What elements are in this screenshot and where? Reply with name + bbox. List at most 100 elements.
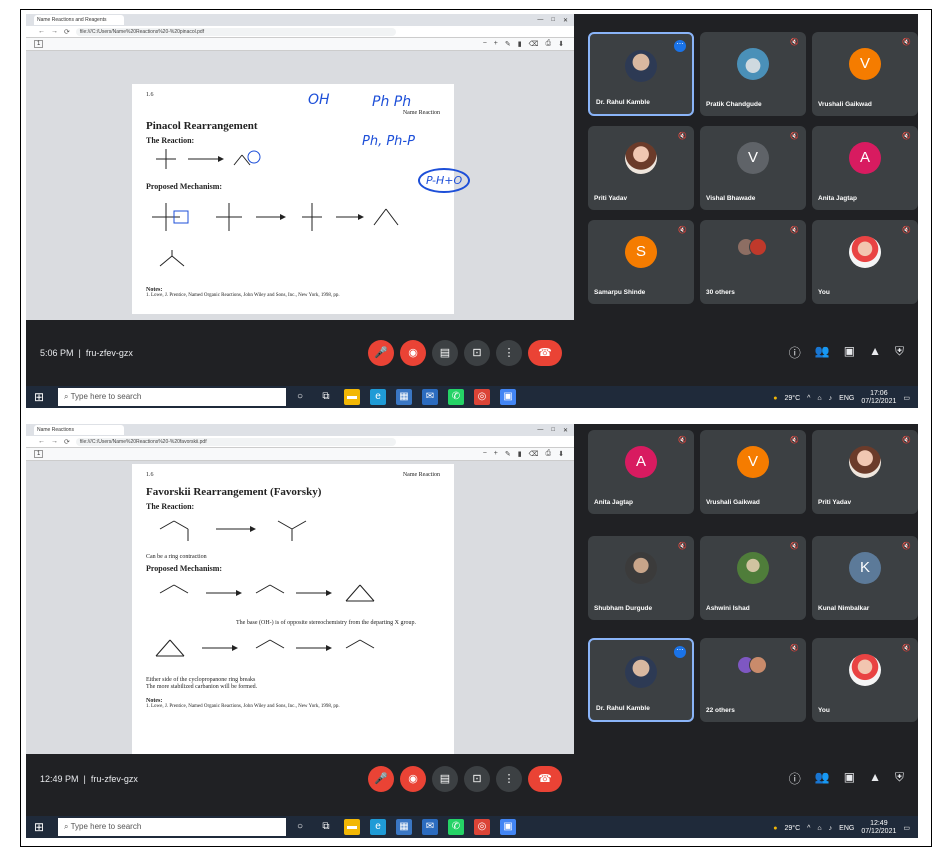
info-icon[interactable]: ⓘ (789, 770, 801, 787)
network-icon[interactable]: ⌂ (817, 825, 821, 832)
taskbar-search-input[interactable]: ⌕ Type here to search (58, 388, 286, 406)
erase-icon[interactable]: ⌫ (529, 450, 539, 458)
save-icon[interactable]: ⬇ (558, 40, 564, 48)
browser-tab[interactable]: Name Reactions (34, 425, 124, 435)
windows-start-icon[interactable]: ⊞ (34, 820, 44, 834)
mic-off-icon[interactable]: 🎤 (368, 766, 394, 792)
participant-tile[interactable]: K 🔇 Kunal Nimbalkar (812, 536, 918, 620)
more-options-icon[interactable]: ⋮ (496, 766, 522, 792)
participant-tile[interactable]: 🔇 22 others (700, 638, 806, 722)
more-options-icon[interactable]: ⋮ (496, 340, 522, 366)
info-icon[interactable]: ⓘ (789, 344, 801, 361)
captions-icon[interactable]: ▤ (432, 766, 458, 792)
chrome-icon[interactable]: ◎ (474, 389, 490, 405)
cortana-icon[interactable]: ○ (292, 389, 308, 405)
participant-tile[interactable]: 🔇 Priti Yadav (812, 430, 918, 514)
tray-chevron-icon[interactable]: ^ (807, 825, 810, 832)
address-field[interactable]: file:///C:/Users/Name%20Reactions%20-%20… (75, 437, 396, 446)
weather-temp[interactable]: 29°C (784, 825, 800, 832)
network-icon[interactable]: ⌂ (817, 395, 821, 402)
zoom-in-icon[interactable]: + (494, 40, 498, 48)
camera-off-icon[interactable]: ◉ (400, 340, 426, 366)
back-icon[interactable]: ← (38, 28, 45, 35)
erase-icon[interactable]: ⌫ (529, 40, 539, 48)
app-icon[interactable]: ▣ (500, 819, 516, 835)
forward-icon[interactable]: → (51, 28, 58, 35)
edge-icon[interactable]: e (370, 819, 386, 835)
participant-tile[interactable]: V 🔇 Vishal Bhawade (700, 126, 806, 210)
chrome-icon[interactable]: ◎ (474, 819, 490, 835)
activities-icon[interactable]: ▲ (869, 344, 881, 361)
host-controls-icon[interactable]: ⛨ (895, 770, 904, 787)
cortana-icon[interactable]: ○ (292, 819, 308, 835)
notification-icon[interactable]: ▭ (903, 394, 910, 402)
people-icon[interactable]: 👥 (815, 344, 830, 361)
store-icon[interactable]: ▦ (396, 819, 412, 835)
print-icon[interactable]: ⎙ (546, 40, 552, 48)
participant-tile[interactable]: 🔇 You (812, 638, 918, 722)
participant-tile[interactable]: A 🔇 Anita Jagtap (588, 430, 694, 514)
more-options-icon[interactable]: ⋯ (674, 646, 686, 658)
print-icon[interactable]: ⎙ (546, 450, 552, 458)
activities-icon[interactable]: ▲ (869, 770, 881, 787)
host-controls-icon[interactable]: ⛨ (895, 344, 904, 361)
browser-tab[interactable]: Name Reactions and Reagents (34, 15, 124, 25)
task-view-icon[interactable]: ⧉ (318, 819, 334, 835)
people-icon[interactable]: 👥 (815, 770, 830, 787)
page-number-field[interactable]: 1 (34, 450, 44, 458)
camera-off-icon[interactable]: ◉ (400, 766, 426, 792)
participant-tile[interactable]: ⋯ Dr. Rahul Kamble (588, 638, 694, 722)
weather-icon[interactable]: ● (773, 825, 777, 832)
forward-icon[interactable]: → (51, 438, 58, 445)
app-icon[interactable]: ▣ (500, 389, 516, 405)
reload-icon[interactable]: ⟳ (64, 438, 70, 446)
window-controls[interactable]: — □ ✕ (537, 17, 574, 24)
participant-tile[interactable]: 🔇 Ashwini Ishad (700, 536, 806, 620)
chat-icon[interactable]: ▣ (844, 344, 855, 361)
whatsapp-icon[interactable]: ✆ (448, 819, 464, 835)
draw-icon[interactable]: ✎ (505, 40, 511, 48)
participant-tile[interactable]: 🔇 Priti Yadav (588, 126, 694, 210)
mic-off-icon[interactable]: 🎤 (368, 340, 394, 366)
file-explorer-icon[interactable]: ▬ (344, 819, 360, 835)
mail-icon[interactable]: ✉ (422, 389, 438, 405)
present-icon[interactable]: ⊡ (464, 766, 490, 792)
present-icon[interactable]: ⊡ (464, 340, 490, 366)
participant-tile[interactable]: 🔇 You (812, 220, 918, 304)
weather-temp[interactable]: 29°C (784, 395, 800, 402)
back-icon[interactable]: ← (38, 438, 45, 445)
mail-icon[interactable]: ✉ (422, 819, 438, 835)
store-icon[interactable]: ▦ (396, 389, 412, 405)
end-call-icon[interactable]: ☎ (528, 766, 562, 792)
participant-tile[interactable]: A 🔇 Anita Jagtap (812, 126, 918, 210)
save-icon[interactable]: ⬇ (558, 450, 564, 458)
participant-tile[interactable]: V 🔇 Vrushali Gaikwad (700, 430, 806, 514)
tray-chevron-icon[interactable]: ^ (807, 395, 810, 402)
draw-icon[interactable]: ✎ (505, 450, 511, 458)
chat-icon[interactable]: ▣ (844, 770, 855, 787)
taskbar-search-input[interactable]: ⌕ Type here to search (58, 818, 286, 836)
language-label[interactable]: ENG (839, 395, 854, 402)
zoom-out-icon[interactable]: − (483, 450, 487, 458)
clock[interactable]: 12:49 07/12/2021 (861, 820, 896, 836)
notification-icon[interactable]: ▭ (903, 824, 910, 832)
participant-tile[interactable]: 🔇 30 others (700, 220, 806, 304)
participant-tile[interactable]: ⋯ Dr. Rahul Kamble (588, 32, 694, 116)
volume-icon[interactable]: ♪ (829, 825, 833, 832)
address-field[interactable]: file:///C:/Users/Name%20Reactions%20-%20… (75, 27, 396, 36)
highlight-icon[interactable]: ▮ (518, 40, 522, 48)
captions-icon[interactable]: ▤ (432, 340, 458, 366)
participant-tile[interactable]: 🔇 Shubham Durgude (588, 536, 694, 620)
highlight-icon[interactable]: ▮ (518, 450, 522, 458)
whatsapp-icon[interactable]: ✆ (448, 389, 464, 405)
clock[interactable]: 17:06 07/12/2021 (861, 390, 896, 406)
participant-tile[interactable]: 🔇 Pratik Chandgude (700, 32, 806, 116)
participant-tile[interactable]: S 🔇 Samarpu Shinde (588, 220, 694, 304)
zoom-in-icon[interactable]: + (494, 450, 498, 458)
reload-icon[interactable]: ⟳ (64, 28, 70, 36)
file-explorer-icon[interactable]: ▬ (344, 389, 360, 405)
end-call-icon[interactable]: ☎ (528, 340, 562, 366)
window-controls[interactable]: — □ ✕ (537, 427, 574, 434)
zoom-out-icon[interactable]: − (483, 40, 487, 48)
weather-icon[interactable]: ● (773, 395, 777, 402)
